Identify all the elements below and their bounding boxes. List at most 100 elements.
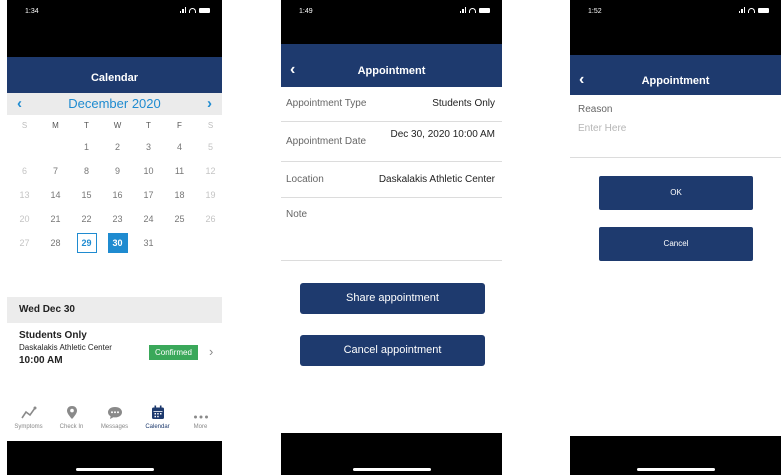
calendar-day[interactable]: 6 [9,159,40,183]
reason-section: Reason [570,95,781,158]
appointment-list-item[interactable]: Students Only Daskalakis Athletic Center… [19,330,222,366]
calendar-day[interactable]: 5 [195,135,222,159]
calendar-day[interactable]: 11 [164,159,195,183]
calendar-day-number: 15 [81,190,92,200]
next-month-icon[interactable]: › [207,93,212,115]
calendar-day[interactable]: 28 [40,231,71,255]
status-icons [179,7,210,13]
home-indicator-area [570,436,781,475]
calendar-day-number: 13 [19,190,30,200]
ok-button[interactable]: OK [599,176,753,210]
tab-calendar[interactable]: Calendar [136,402,179,438]
cancel-reason-screen: 1:52 ‹ Appointment Reason OK Cancel [570,0,781,475]
detail-row: Appointment Type Students Only [281,87,502,122]
tab-check-in[interactable]: Check In [50,402,93,438]
calendar-day[interactable]: 19 [195,183,222,207]
status-time: 1:49 [299,8,313,15]
calendar-day[interactable]: 24 [133,207,164,231]
previous-month-icon[interactable]: ‹ [17,93,22,115]
calendar-day[interactable]: 13 [9,183,40,207]
weekday-label: S [21,121,28,130]
row-label: Note [286,209,308,220]
row-label: Location [286,174,324,185]
tab-label: More [193,424,208,430]
calendar-day-number: 6 [21,166,27,176]
calendar-day [164,231,195,255]
calendar-day [195,231,222,255]
battery-icon [758,7,769,13]
trend-line-icon [20,402,37,420]
status-bar: 1:52 [570,0,781,55]
home-indicator[interactable] [636,468,715,471]
calendar-day[interactable]: 4 [164,135,195,159]
calendar-day[interactable]: 27 [9,231,40,255]
calendar-day-number: 10 [143,166,154,176]
calendar-day[interactable]: 2 [102,135,133,159]
tab-symptoms[interactable]: Symptoms [7,402,50,438]
calendar-day[interactable]: 14 [40,183,71,207]
calendar-day [9,135,40,159]
status-time: 1:52 [588,8,602,15]
calendar-day[interactable]: 22 [71,207,102,231]
weekday-label: M [52,121,59,130]
home-indicator[interactable] [352,468,431,471]
page-title: Calendar [90,72,139,84]
share-appointment-button[interactable]: Share appointment [300,283,485,314]
calendar-day[interactable]: 30 [102,231,133,255]
calendar-day-number: 8 [83,166,89,176]
chevron-right-icon: › [209,344,214,359]
row-label: Appointment Date [286,136,367,147]
weekday-label: T [146,121,151,130]
calendar-day-number [15,137,35,157]
calendar-day[interactable]: 25 [164,207,195,231]
reason-label: Reason [578,104,613,115]
calendar-day[interactable]: 3 [133,135,164,159]
page-title: Appointment [641,75,710,87]
calendar-day-number: 27 [19,238,30,248]
weekday-label: S [207,121,214,130]
calendar-day[interactable]: 17 [133,183,164,207]
cancel-appointment-button[interactable]: Cancel appointment [300,335,485,366]
nav-bar: ‹ Appointment [281,44,502,87]
detail-row: Appointment Date Dec 30, 2020 10:00 AM [281,122,502,162]
calendar-day[interactable]: 12 [195,159,222,183]
calendar-screen: 1:34 Calendar ‹ December 2020 › S M T W … [7,0,222,475]
calendar-day[interactable]: 31 [133,231,164,255]
calendar-day-number: 21 [50,214,61,224]
calendar-day[interactable]: 21 [40,207,71,231]
calendar-day[interactable]: 1 [71,135,102,159]
calendar-day[interactable]: 29 [71,231,102,255]
calendar-day-number: 28 [50,238,61,248]
calendar-day-number: 16 [112,190,123,200]
calendar-day[interactable]: 23 [102,207,133,231]
calendar-day-number: 12 [205,166,216,176]
tab-bar: Symptoms Check In Messages Calendar More [7,402,222,438]
battery-icon [479,7,490,13]
reason-input[interactable] [578,123,768,134]
signal-icon [738,7,745,13]
note-row[interactable]: Note [281,198,502,261]
cancel-button[interactable]: Cancel [599,227,753,261]
calendar-day[interactable]: 18 [164,183,195,207]
calendar-day-number [170,233,190,253]
location-pin-icon [66,402,78,420]
calendar-day[interactable]: 15 [71,183,102,207]
tab-label: Check In [59,424,84,430]
calendar-day[interactable]: 16 [102,183,133,207]
tab-label: Messages [100,424,129,430]
selected-date-header: Wed Dec 30 [7,297,222,323]
calendar-day-number: 2 [114,142,120,152]
month-label: December 2020 [68,96,161,111]
weekday-label: T [84,121,89,130]
home-indicator-area [7,441,222,475]
home-indicator[interactable] [75,468,154,471]
tab-more[interactable]: More [179,402,222,438]
calendar-day[interactable]: 7 [40,159,71,183]
calendar-day[interactable]: 26 [195,207,222,231]
calendar-day-number [201,233,221,253]
calendar-day[interactable]: 8 [71,159,102,183]
calendar-day[interactable]: 20 [9,207,40,231]
calendar-day[interactable]: 9 [102,159,133,183]
tab-messages[interactable]: Messages [93,402,136,438]
calendar-day[interactable]: 10 [133,159,164,183]
